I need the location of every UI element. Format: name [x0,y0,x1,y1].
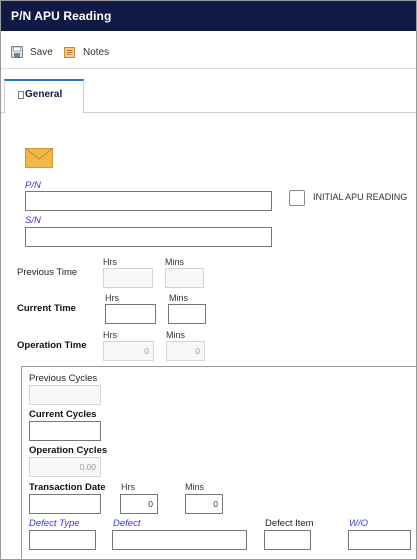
previous-time-hrs-label: Hrs [103,257,117,267]
operation-cycles-label: Operation Cycles [29,445,108,456]
initial-apu-reading-checkbox[interactable] [289,190,305,206]
document-icon [18,91,24,99]
section-border-left [21,366,22,560]
previous-time-label: Previous Time [17,267,78,278]
current-time-mins-input[interactable] [168,304,206,324]
title-bar: P/N APU Reading [1,1,416,31]
notes-icon [64,47,75,58]
sn-input[interactable] [25,227,272,247]
wo-label: W/O [349,518,368,529]
tab-strip: General [1,79,416,114]
save-icon [11,46,23,58]
envelope-icon [25,148,53,168]
tab-general-label: General [25,89,63,100]
previous-cycles-label: Previous Cycles [29,373,98,384]
current-cycles-input[interactable] [29,421,101,441]
current-time-hrs-label: Hrs [105,293,119,303]
pn-input[interactable] [25,191,272,211]
previous-time-hrs-input [103,268,153,288]
transaction-date-label: Transaction Date [29,482,106,493]
sn-label: S/N [25,215,41,226]
save-label: Save [30,46,53,58]
defect-label: Defect [113,518,141,529]
initial-apu-reading-label: INITIAL APU READING [313,192,408,202]
notes-button[interactable]: Notes [64,45,109,59]
toolbar: Save Notes [1,31,416,69]
previous-time-mins-input [165,268,204,288]
operation-time-hrs-label: Hrs [103,330,117,340]
notes-label: Notes [83,46,110,58]
operation-time-mins-input: 0 [166,341,205,361]
current-cycles-label: Current Cycles [29,409,97,420]
tab-general[interactable]: General [4,79,84,114]
defect-type-label: Defect Type [29,518,80,529]
section-divider [21,366,416,367]
transaction-mins-label: Mins [185,482,205,492]
previous-cycles-input [29,385,101,405]
transaction-hrs-input[interactable]: 0 [120,494,158,514]
defect-item-label: Defect Item [265,518,314,529]
transaction-hrs-label: Hrs [121,482,135,492]
wo-input[interactable] [348,530,411,550]
transaction-date-input[interactable] [29,494,101,514]
defect-input[interactable] [112,530,247,550]
previous-time-mins-label: Mins [165,257,185,267]
apu-reading-window: P/N APU Reading Save Notes General P/N I… [0,0,417,560]
operation-time-hrs-input: 0 [103,341,154,361]
operation-time-label: Operation Time [17,340,87,351]
current-time-hrs-input[interactable] [105,304,156,324]
transaction-mins-input[interactable]: 0 [185,494,223,514]
current-time-label: Current Time [17,303,76,314]
defect-type-input[interactable] [29,530,96,550]
operation-cycles-input: 0.00 [29,457,101,477]
operation-time-mins-label: Mins [166,330,186,340]
defect-item-input[interactable] [264,530,311,550]
window-title: P/N APU Reading [11,9,112,23]
current-time-mins-label: Mins [169,293,189,303]
save-button[interactable]: Save [11,45,53,59]
pn-label: P/N [25,180,41,191]
